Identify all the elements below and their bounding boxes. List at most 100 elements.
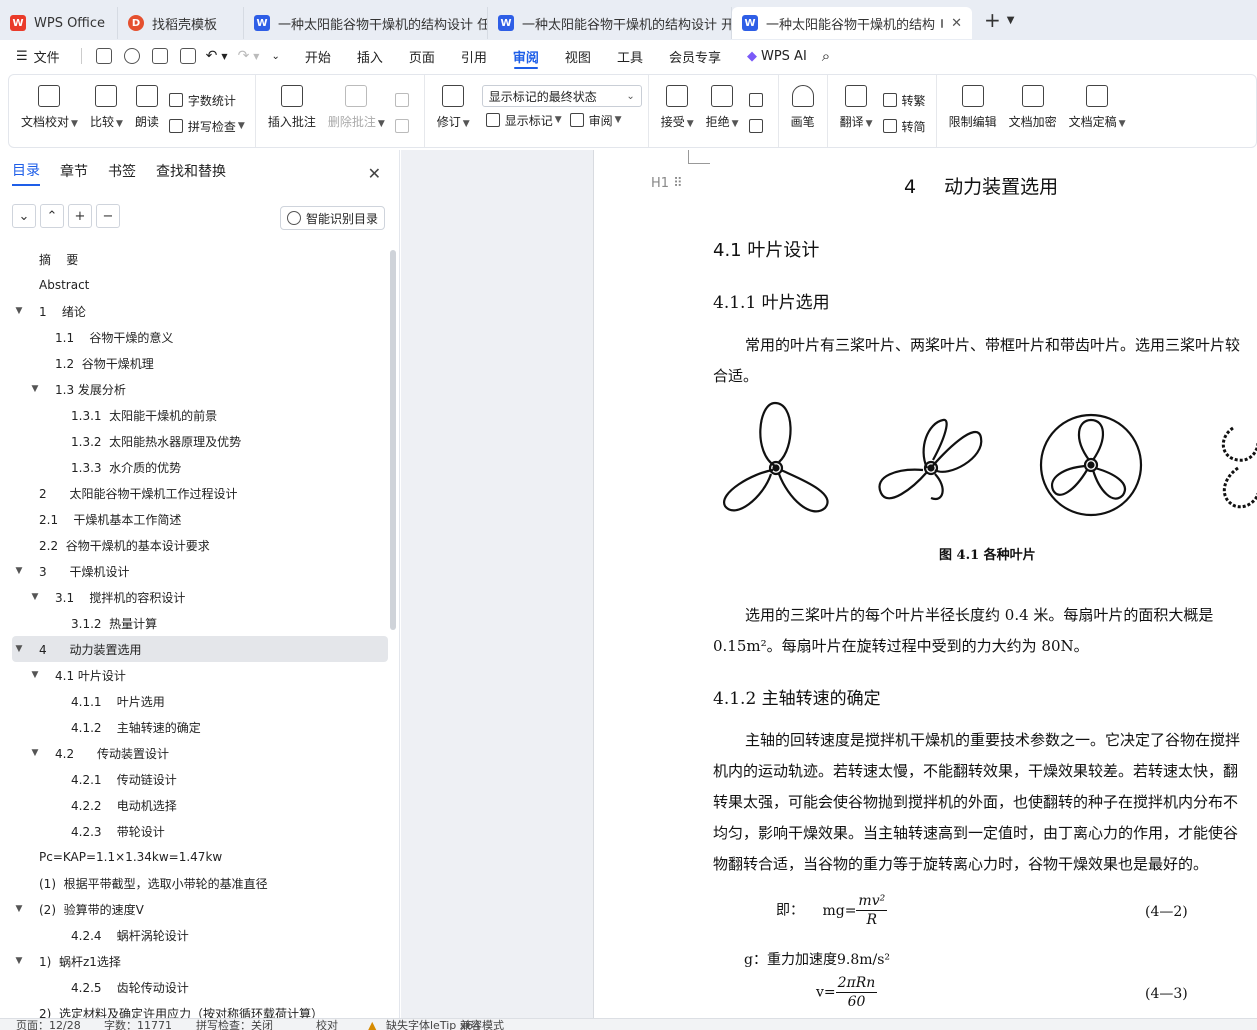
- toc-item[interactable]: ▼ 4.2 传动装置设计: [12, 740, 388, 766]
- prev-comment-button[interactable]: [391, 87, 418, 113]
- toc-item[interactable]: Pc=KAP=1.1×1.34kw=1.47kw: [12, 844, 388, 870]
- review-pane-button[interactable]: 审阅 ▼: [566, 107, 626, 133]
- expand-arrow-icon[interactable]: ▼: [12, 904, 26, 914]
- menu-review[interactable]: 审阅: [500, 40, 552, 72]
- tab-wps-office[interactable]: W WPS Office: [0, 7, 118, 39]
- doc-check-button[interactable]: 文档校对 ▼: [15, 75, 84, 130]
- pen-button[interactable]: 画笔: [785, 75, 821, 130]
- prev-change-button[interactable]: [745, 87, 772, 113]
- share-icon[interactable]: [123, 48, 140, 64]
- toc-item[interactable]: Abstract: [12, 272, 388, 298]
- expand-arrow-icon[interactable]: ▼: [12, 306, 26, 316]
- tab-chapters[interactable]: 章节: [60, 161, 88, 185]
- spell-check-indicator[interactable]: 拼写检查：关闭: [196, 1019, 273, 1030]
- expand-icon[interactable]: ⌃: [40, 204, 64, 228]
- expand-arrow-icon[interactable]: ▼: [12, 644, 26, 654]
- toc-item[interactable]: 1.3.2 太阳能热水器原理及优势: [12, 428, 388, 454]
- restrict-edit-button[interactable]: 限制编辑: [943, 75, 1003, 130]
- undo-icon[interactable]: ↶: [206, 48, 218, 64]
- toc-item[interactable]: 摘 要: [12, 246, 388, 272]
- toc-item[interactable]: 4.2.2 电动机选择: [12, 792, 388, 818]
- toc-item[interactable]: 4.2.4 蜗杆涡轮设计: [12, 922, 388, 948]
- word-count-button[interactable]: 字数统计: [165, 87, 249, 113]
- next-comment-button[interactable]: [391, 113, 418, 139]
- delete-comment-button[interactable]: 删除批注 ▼: [322, 75, 391, 130]
- menu-page[interactable]: 页面: [396, 40, 448, 72]
- missing-font-indicator[interactable]: 缺失字体: [386, 1019, 430, 1030]
- chevron-down-icon[interactable]: ▼: [253, 52, 259, 61]
- wps-ai-button[interactable]: ◆ WPS AI: [734, 40, 820, 72]
- chevron-down-icon[interactable]: ▼: [1007, 15, 1015, 26]
- tab-doc-active[interactable]: W 一种太阳能谷物干燥机的结构 ✕: [732, 7, 972, 39]
- expand-arrow-icon[interactable]: ▼: [28, 748, 42, 758]
- toc-item[interactable]: 4.2.3 带轮设计: [12, 818, 388, 844]
- to-traditional-button[interactable]: 转繁: [879, 87, 930, 113]
- heading-marker-icon[interactable]: H1 ⠿: [651, 176, 683, 191]
- toc-item[interactable]: 1.1 谷物干燥的意义: [12, 324, 388, 350]
- expand-arrow-icon[interactable]: ▼: [28, 592, 42, 602]
- toc-item[interactable]: 4.1.2 主轴转速的确定: [12, 714, 388, 740]
- toc-item[interactable]: ▼ 1) 蜗杆z1选择: [12, 948, 388, 974]
- new-tab-icon[interactable]: +: [984, 8, 1001, 32]
- accept-button[interactable]: 接受 ▼: [655, 75, 700, 130]
- show-markup-button[interactable]: 显示标记 ▼: [482, 107, 566, 133]
- menu-reference[interactable]: 引用: [448, 40, 500, 72]
- toc-item[interactable]: 3.1.2 热量计算: [12, 610, 388, 636]
- expand-arrow-icon[interactable]: ▼: [12, 956, 26, 966]
- word-count-indicator[interactable]: 字数：11771: [104, 1019, 172, 1030]
- revise-button[interactable]: 修订 ▼: [431, 75, 476, 130]
- tab-toc[interactable]: 目录: [12, 160, 40, 186]
- expand-arrow-icon[interactable]: ▼: [28, 384, 42, 394]
- to-simplified-button[interactable]: 转简: [879, 113, 930, 139]
- close-icon[interactable]: ✕: [951, 16, 962, 31]
- menu-tools[interactable]: 工具: [604, 40, 656, 72]
- smart-toc-button[interactable]: 智能识别目录: [279, 206, 385, 230]
- collapse-all-icon[interactable]: ⌄: [12, 204, 36, 228]
- menu-insert[interactable]: 插入: [344, 40, 396, 72]
- close-icon[interactable]: ✕: [368, 164, 381, 183]
- toc-item[interactable]: 2 太阳能谷物干燥机工作过程设计: [12, 480, 388, 506]
- save-icon[interactable]: [95, 48, 112, 64]
- print-icon[interactable]: [151, 48, 168, 64]
- spell-check-button[interactable]: 拼写检查 ▼: [165, 113, 249, 139]
- screen-icon[interactable]: [941, 18, 944, 28]
- toc-item[interactable]: ▼ (2) 验算带的速度V: [12, 896, 388, 922]
- toc-item[interactable]: 1.2 谷物干燥机理: [12, 350, 388, 376]
- toc-item[interactable]: 4.2.5 齿轮传动设计: [12, 974, 388, 1000]
- reject-button[interactable]: 拒绝 ▼: [700, 75, 745, 130]
- print-preview-icon[interactable]: [179, 48, 196, 64]
- toc-item[interactable]: 1.3.1 太阳能干燥机的前景: [12, 402, 388, 428]
- file-menu[interactable]: ☰ 文件: [0, 40, 73, 72]
- next-change-button[interactable]: [745, 113, 772, 139]
- add-heading-icon[interactable]: +: [68, 204, 92, 228]
- toc-item[interactable]: (1) 根据平带截型，选取小带轮的基准直径: [12, 870, 388, 896]
- tab-doc-2[interactable]: W 一种太阳能谷物干燥机的结构设计 开: [488, 7, 732, 39]
- proof-indicator[interactable]: 校对: [316, 1019, 338, 1030]
- remove-heading-icon[interactable]: −: [96, 204, 120, 228]
- read-aloud-button[interactable]: 朗读: [129, 75, 165, 130]
- expand-arrow-icon[interactable]: ▼: [28, 670, 42, 680]
- tab-doc-1[interactable]: W 一种太阳能谷物干燥机的结构设计 任: [244, 7, 488, 39]
- tab-daoke[interactable]: D 找稻壳模板: [118, 7, 244, 39]
- tab-find-replace[interactable]: 查找和替换: [156, 161, 226, 185]
- toc-item[interactable]: ▼ 1.3 发展分析: [12, 376, 388, 402]
- translate-button[interactable]: 翻译 ▼: [834, 75, 879, 130]
- toc-item[interactable]: 2.2 谷物干燥机的基本设计要求: [12, 532, 388, 558]
- more-icon[interactable]: ⌄: [271, 51, 279, 62]
- toc-item[interactable]: ▼ 3 干燥机设计: [12, 558, 388, 584]
- toc-item[interactable]: 4.2.1 传动链设计: [12, 766, 388, 792]
- redo-icon[interactable]: ↷: [238, 48, 250, 64]
- toc-item[interactable]: ▼ 4 动力装置选用: [12, 636, 388, 662]
- search-icon[interactable]: ⌕: [822, 47, 830, 65]
- toc-item[interactable]: ▼ 1 绪论: [12, 298, 388, 324]
- markup-state-dropdown[interactable]: 显示标记的最终状态 ⌄: [481, 85, 642, 107]
- toc-item[interactable]: ▼ 3.1 搅拌机的容积设计: [12, 584, 388, 610]
- encrypt-button[interactable]: 文档加密: [1003, 75, 1063, 130]
- chevron-down-icon[interactable]: ▼: [221, 52, 227, 61]
- menu-start[interactable]: 开始: [292, 40, 344, 72]
- insert-comment-button[interactable]: 插入批注: [262, 75, 322, 130]
- menu-member[interactable]: 会员专享: [656, 40, 734, 72]
- toc-item[interactable]: 4.1.1 叶片选用: [12, 688, 388, 714]
- toc-item[interactable]: 1.3.3 水介质的优势: [12, 454, 388, 480]
- toc-item[interactable]: 2.1 干燥机基本工作简述: [12, 506, 388, 532]
